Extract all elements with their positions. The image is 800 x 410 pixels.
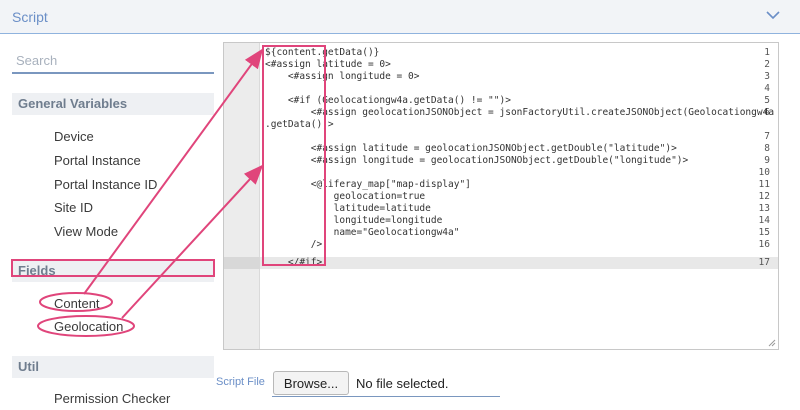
code-line[interactable]: </#if> (265, 257, 322, 269)
script-file-label: Script File (216, 376, 265, 388)
code-line[interactable]: <#assign latitude = 0> (265, 59, 391, 71)
variable-portal-instance-id[interactable]: Portal Instance ID (54, 177, 157, 192)
code-line[interactable]: latitude=latitude (265, 203, 431, 215)
field-content[interactable]: Content (54, 296, 100, 311)
code-line[interactable]: <#assign longitude = 0> (265, 71, 420, 83)
variable-device[interactable]: Device (54, 129, 94, 144)
code-line[interactable]: <#assign geolocationJSONObject = jsonFac… (265, 107, 774, 119)
code-line[interactable]: name="Geolocationgw4a" (265, 227, 460, 239)
line-number: 9 (764, 155, 770, 166)
browse-button[interactable]: Browse... (273, 371, 349, 395)
line-number: 15 (758, 227, 770, 238)
panel-title: Script (12, 9, 48, 25)
line-number: 4 (764, 83, 770, 94)
line-number: 3 (764, 71, 770, 82)
resize-handle-icon[interactable] (768, 339, 776, 347)
line-number: 10 (758, 167, 770, 178)
field-geolocation[interactable]: Geolocation (54, 319, 123, 334)
line-number: 17 (758, 257, 770, 268)
active-line-highlight (260, 257, 778, 269)
active-line-gutter (224, 257, 260, 269)
editor-gutter (224, 43, 260, 349)
line-number: 7 (764, 131, 770, 142)
file-input-underline (272, 396, 500, 397)
line-number: 1 (764, 47, 770, 58)
code-line[interactable]: .getData())> (265, 119, 334, 131)
line-number: 5 (764, 95, 770, 106)
line-number: 11 (758, 179, 770, 190)
chevron-down-icon[interactable] (766, 8, 780, 22)
file-status: No file selected. (356, 376, 449, 391)
code-line[interactable]: /> (265, 239, 322, 251)
line-number: 14 (758, 215, 770, 226)
code-line[interactable]: <#assign latitude = geolocationJSONObjec… (265, 143, 677, 155)
line-number: 8 (764, 143, 770, 154)
code-line[interactable]: geolocation=true (265, 191, 426, 203)
line-number: 16 (758, 239, 770, 250)
util-permission-checker[interactable]: Permission Checker (54, 391, 170, 406)
code-line[interactable]: <#assign longitude = geolocationJSONObje… (265, 155, 689, 167)
panel-header[interactable]: Script (0, 0, 800, 34)
section-util: Util (12, 356, 214, 378)
section-general-variables: General Variables (12, 93, 214, 115)
variable-portal-instance[interactable]: Portal Instance (54, 153, 141, 168)
search-input[interactable] (12, 48, 214, 74)
code-line[interactable]: longitude=longitude (265, 215, 443, 227)
line-number: 2 (764, 59, 770, 70)
variable-view-mode[interactable]: View Mode (54, 224, 118, 239)
line-number: 13 (758, 203, 770, 214)
code-line[interactable]: <@liferay_map["map-display"] (265, 179, 471, 191)
code-line[interactable]: ${content.getData()} (265, 47, 379, 59)
variable-site-id[interactable]: Site ID (54, 200, 93, 215)
line-number: 12 (758, 191, 770, 202)
code-line[interactable]: <#if (Geolocationgw4a.getData() != "")> (265, 95, 511, 107)
section-fields: Fields (12, 260, 214, 282)
code-editor[interactable]: 1 2 3 4 5 6 7 8 9 10 11 12 13 14 15 16 1… (223, 42, 779, 350)
